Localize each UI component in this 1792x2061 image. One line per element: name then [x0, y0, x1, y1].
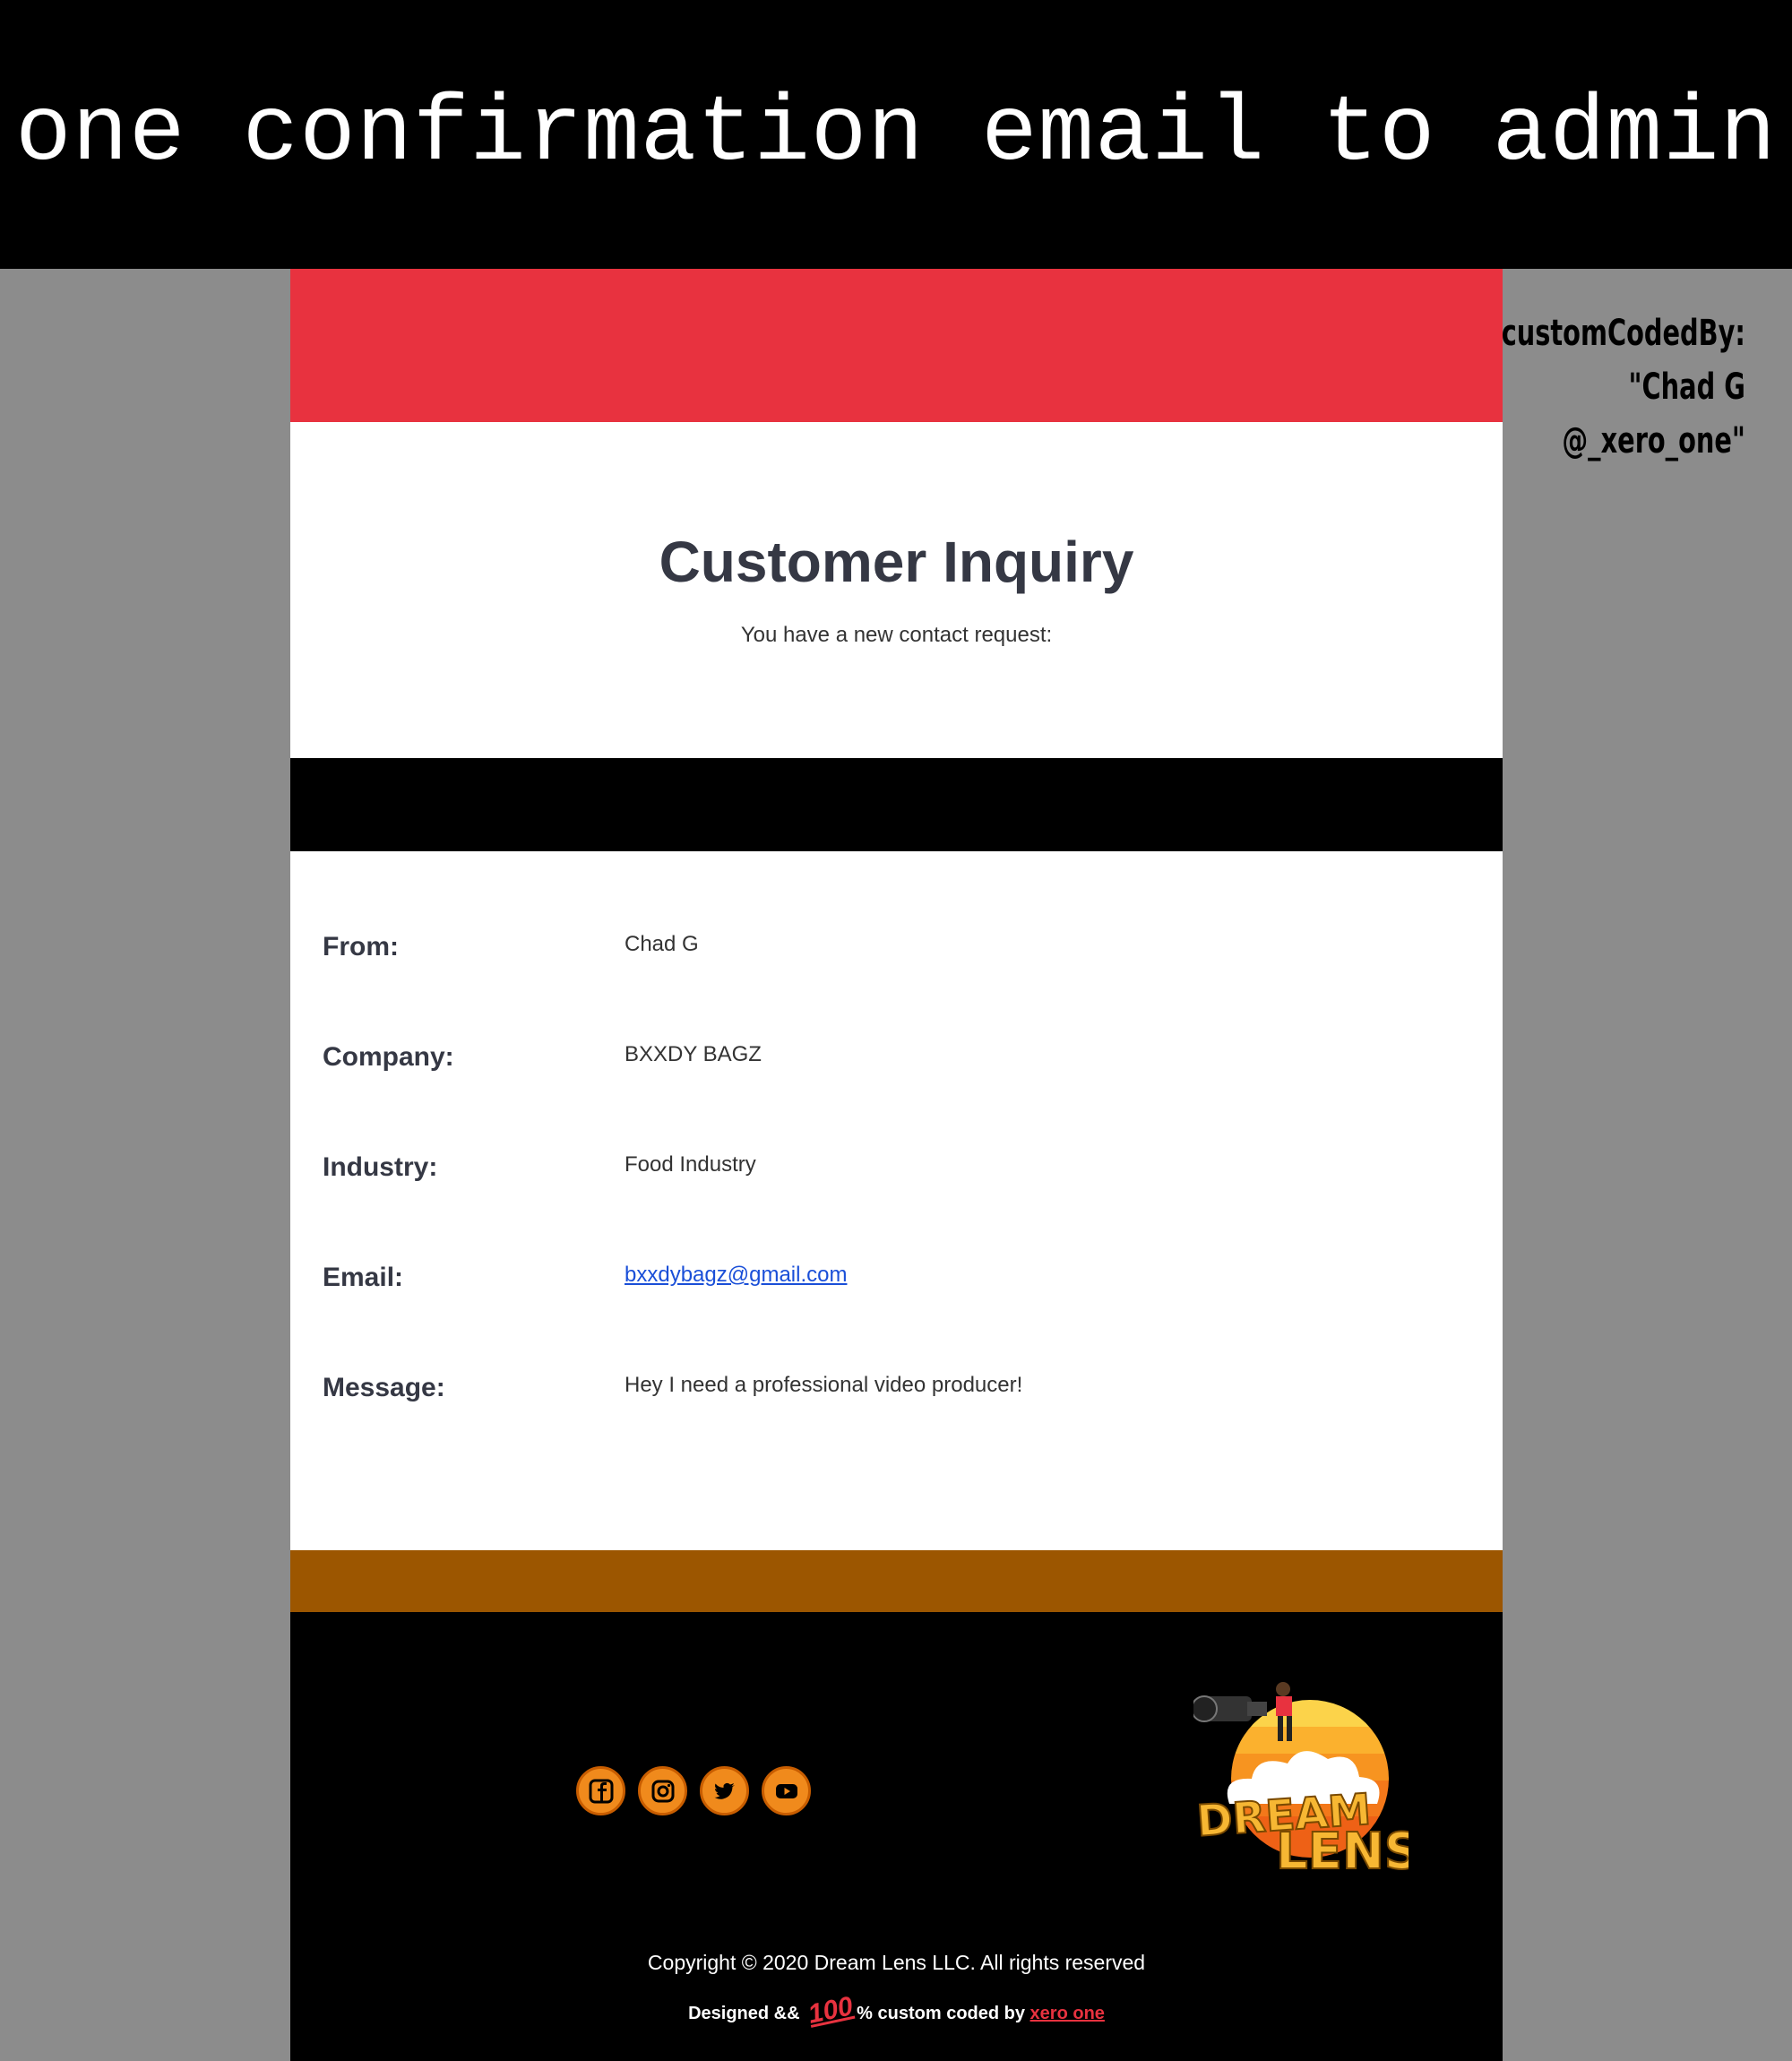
field-label-message: Message:	[323, 1373, 445, 1402]
youtube-icon[interactable]	[762, 1766, 811, 1815]
copyright-text: Copyright © 2020 Dream Lens LLC. All rig…	[647, 1951, 1146, 1974]
email-link[interactable]: bxxdybagz@gmail.com	[625, 1263, 847, 1288]
field-value-from: Chad G	[625, 932, 699, 956]
credit-line-1: $customCodedBy:	[1483, 313, 1745, 354]
email-footer: DREAM LENS Copyright © 2020 Dream Lens L…	[290, 1612, 1503, 2061]
field-value-company: BXXDY BAGZ	[625, 1042, 762, 1066]
email-heading: Customer Inquiry	[659, 530, 1134, 594]
title-banner: one confirmation email to admin	[0, 0, 1792, 269]
instagram-icon[interactable]	[638, 1766, 687, 1815]
hundred-points-icon: 100	[806, 1991, 856, 2030]
field-label-email: Email:	[323, 1263, 404, 1292]
facebook-icon[interactable]	[576, 1766, 625, 1815]
logo-lens-text: LENS	[1276, 1823, 1409, 1876]
designed-middle: % custom coded by	[857, 2004, 1025, 2023]
field-row-industry: Industry: Food Industry	[290, 1152, 1503, 1206]
field-row-from: From: Chad G	[290, 932, 1503, 986]
dream-lens-logo: DREAM LENS	[1191, 1678, 1421, 1882]
field-value-industry: Food Industry	[625, 1152, 756, 1177]
field-label-from: From:	[323, 932, 399, 962]
email-preview: Customer Inquiry You have a new contact …	[290, 269, 1503, 2061]
credit-line-2: "Chad G	[1628, 366, 1745, 408]
email-subheading: You have a new contact request:	[740, 623, 1053, 647]
divider-black-band	[290, 758, 1503, 851]
header-red-band	[290, 269, 1503, 422]
xero-one-link[interactable]: xero one	[1030, 2004, 1105, 2023]
designed-by-line: Designed && 100% custom coded by xero on…	[290, 1991, 1503, 2030]
field-value-message: Hey I need a professional video producer…	[625, 1373, 1023, 1397]
field-label-industry: Industry:	[323, 1152, 438, 1182]
social-links	[576, 1766, 811, 1815]
field-row-message: Message: Hey I need a professional video…	[290, 1373, 1503, 1427]
footer-brown-band	[290, 1550, 1503, 1612]
field-row-company: Company: BXXDY BAGZ	[290, 1042, 1503, 1096]
banner-title: one confirmation email to admin	[15, 82, 1777, 187]
field-label-company: Company:	[323, 1042, 454, 1072]
credit-line-3: @_xero_one"	[1562, 420, 1745, 461]
designed-prefix: Designed &&	[688, 2004, 800, 2023]
credit-note: $customCodedBy: "Chad G @_xero_one"	[1484, 306, 1745, 468]
field-row-email: Email: bxxdybagz@gmail.com	[290, 1263, 1503, 1316]
twitter-icon[interactable]	[700, 1766, 749, 1815]
